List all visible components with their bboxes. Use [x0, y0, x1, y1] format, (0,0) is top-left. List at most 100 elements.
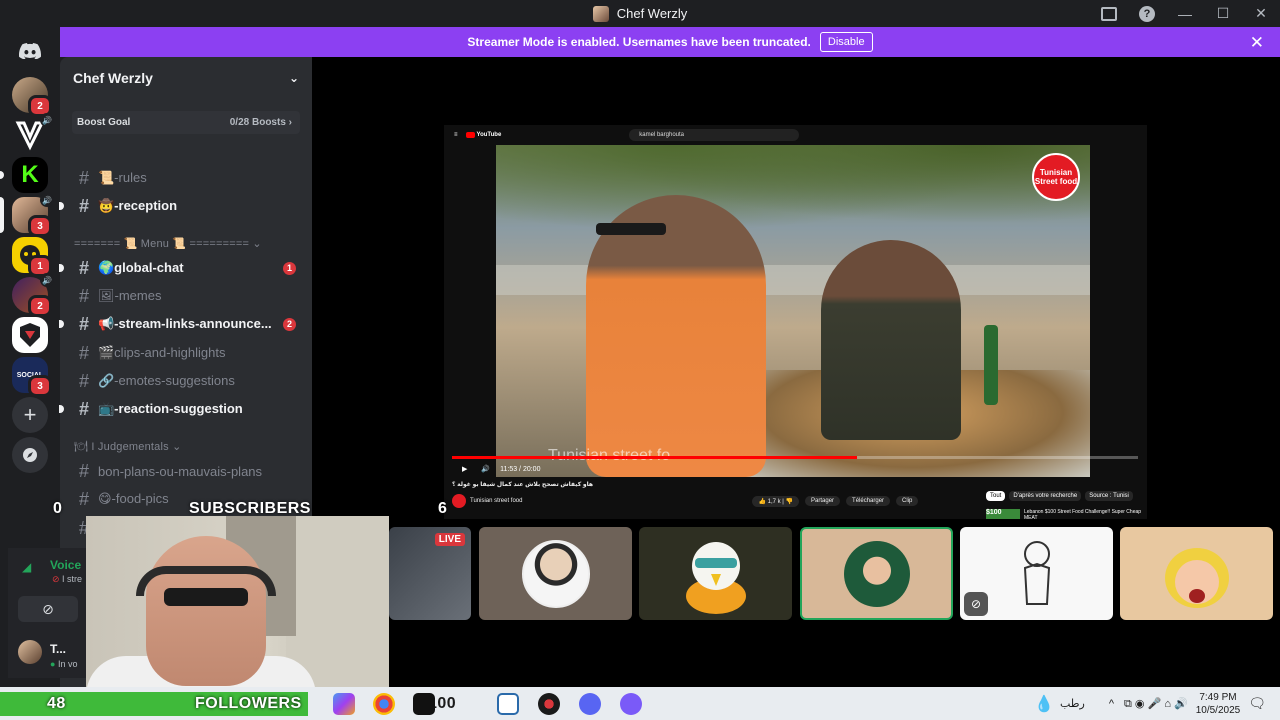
- notification-icon[interactable]: 🗨: [1248, 695, 1266, 712]
- server-icon-2[interactable]: 🔊: [12, 113, 54, 153]
- social-server-icon[interactable]: SOCIAL 3: [12, 357, 52, 397]
- side-video-title[interactable]: Lebanon $100 Street Food Challenge!! Sup…: [1024, 509, 1144, 519]
- tile-stream-preview[interactable]: LIVE: [389, 527, 471, 620]
- channel-clips-and-highlights[interactable]: # 🎬clips-and-highlights: [68, 340, 304, 366]
- video-frame[interactable]: Tunisian Street food: [496, 145, 1090, 477]
- followers-label: FOLLOWERS: [195, 695, 302, 712]
- youtube-logo-icon: [465, 132, 475, 138]
- boost-goal[interactable]: Boost Goal 0/28 Boosts ›: [72, 111, 300, 134]
- user-name: T...: [50, 642, 67, 656]
- like-button[interactable]: 👍 1,7 k | 👎: [752, 495, 800, 507]
- copilot-icon[interactable]: [333, 693, 355, 715]
- voice-status: Voice: [50, 558, 82, 572]
- app-icon-l[interactable]: [497, 693, 519, 715]
- play-icon[interactable]: ▶: [462, 465, 467, 473]
- disable-streamer-mode-button[interactable]: Disable: [819, 32, 873, 52]
- youtube-header: ≡ YouTube kamel barghouta: [444, 125, 1147, 145]
- tray-app-icons[interactable]: ⧉ ◉ 🎤 ⌂ 🔊: [1124, 697, 1188, 711]
- channel-stream-links[interactable]: # 📢-stream-links-announce... 2: [59, 311, 304, 337]
- followers-count: 48: [47, 695, 66, 712]
- tiktok-icon[interactable]: [413, 693, 435, 715]
- youtube-search[interactable]: kamel barghouta: [629, 129, 800, 141]
- category-judgementals[interactable]: 🍽 I Judgementals ⌄: [74, 440, 182, 453]
- weather-text: رطب: [1059, 698, 1085, 710]
- channel-reaction-suggestion[interactable]: # 📺-reaction-suggestion: [59, 396, 304, 422]
- add-server-icon[interactable]: +: [12, 397, 48, 433]
- tray-chevron-icon[interactable]: ^: [1109, 698, 1114, 710]
- app-icon-red[interactable]: [538, 693, 560, 715]
- chef-werzly-server-icon[interactable]: 3 🔊: [0, 193, 54, 237]
- unread-badge: 1: [283, 261, 296, 275]
- streamer-face: [146, 536, 266, 686]
- hash-icon: #: [78, 313, 89, 334]
- window-title: Chef Werzly: [616, 6, 688, 21]
- host-person: [586, 195, 766, 477]
- webcam-overlay: [86, 516, 389, 688]
- hash-icon: #: [78, 195, 89, 216]
- video-controls: ▶ 🔊 11:53 / 20:00: [444, 461, 1147, 477]
- discord-ptb-icon[interactable]: [620, 693, 642, 715]
- channel-memes[interactable]: # 🖼-memes: [68, 283, 304, 309]
- camera-off-icon: ⊘: [964, 592, 988, 616]
- menu-icon[interactable]: ≡: [454, 132, 458, 138]
- channel-global-chat[interactable]: # 🌍global-chat 1: [59, 255, 304, 281]
- system-tray: 💧 رطب ^ ⧉ ◉ 🎤 ⌂ 🔊 7:49 PM 10/5/2025 🗨: [1034, 687, 1280, 720]
- inbox-icon[interactable]: [1090, 0, 1128, 27]
- discover-icon[interactable]: [12, 437, 48, 473]
- side-video-thumb[interactable]: $100: [986, 509, 1020, 519]
- tile-chef-avatar[interactable]: [479, 527, 632, 620]
- stream-view[interactable]: ≡ YouTube kamel barghouta Tunisian Stree…: [444, 125, 1147, 519]
- minimize-button[interactable]: —: [1166, 0, 1204, 27]
- close-window-button[interactable]: ✕: [1242, 0, 1280, 27]
- chevron-down-icon: ⌄: [288, 71, 299, 85]
- side-tabs: Tout D'après votre recherche Source : Tu…: [986, 491, 1133, 501]
- channel-name[interactable]: Tunisian street food: [470, 498, 522, 504]
- channel-bon-plans[interactable]: # bon-plans-ou-mauvais-plans: [68, 458, 304, 484]
- video-off-button[interactable]: ⊘: [18, 596, 78, 622]
- hash-icon: #: [78, 398, 89, 419]
- tile-glasses-avatar[interactable]: [800, 527, 953, 620]
- discord-home-icon[interactable]: [12, 33, 48, 69]
- video-time: 11:53 / 20:00: [500, 465, 541, 473]
- clip-button[interactable]: Clip: [896, 496, 919, 506]
- server-header[interactable]: Chef Werzly ⌄: [60, 57, 312, 99]
- voice-connected-panel: ◢ Voice ⊘ I stre ⊘ T... ● In vo: [8, 548, 86, 678]
- hash-icon: #: [78, 460, 89, 481]
- download-button[interactable]: Télécharger: [846, 496, 891, 506]
- user-avatar[interactable]: [18, 640, 42, 664]
- channel-reception[interactable]: # 🤠-reception: [59, 193, 304, 219]
- title-avatar-icon: [592, 5, 609, 22]
- share-button[interactable]: Partager: [805, 496, 841, 506]
- signal-icon: ◢: [22, 560, 32, 574]
- server-icon-6[interactable]: 2 🔊: [12, 273, 54, 317]
- unread-badge: 2: [283, 317, 296, 331]
- streamer-mode-banner: Streamer Mode is enabled. Usernames have…: [60, 27, 1280, 57]
- boost-goal-value: 0/28 Boosts: [229, 117, 286, 128]
- kick-server-icon[interactable]: K: [0, 157, 48, 193]
- channel-emotes-suggestions[interactable]: # 🔗-emotes-suggestions: [68, 368, 304, 394]
- close-banner-icon[interactable]: ✕: [1250, 33, 1264, 53]
- tile-anime-avatar[interactable]: [1120, 527, 1273, 620]
- server-icon-1[interactable]: 2: [12, 77, 52, 117]
- channel-logo: Tunisian Street food: [1032, 153, 1080, 201]
- video-info: هاو كيفاش تصحح بلاش عند كمال شيفا بو غول…: [452, 481, 919, 508]
- clock[interactable]: 7:49 PM 10/5/2025: [1196, 691, 1241, 717]
- guest-person: [821, 240, 961, 440]
- server-icon-5[interactable]: 1: [12, 237, 52, 277]
- channel-rules[interactable]: # 📜-rules: [68, 165, 304, 191]
- tile-eagle-avatar[interactable]: [639, 527, 792, 620]
- server-name: Chef Werzly: [73, 70, 153, 86]
- video-progress[interactable]: [452, 456, 1138, 459]
- hash-icon: #: [78, 370, 89, 391]
- category-menu[interactable]: ======= 📜 Menu 📜 ========= ⌄: [74, 237, 262, 250]
- volume-icon[interactable]: 🔊: [481, 465, 490, 473]
- server-icon-7[interactable]: [12, 317, 48, 353]
- maximize-button[interactable]: ☐: [1204, 0, 1242, 27]
- help-icon[interactable]: ?: [1128, 0, 1166, 27]
- tile-sketch-avatar[interactable]: ⊘: [960, 527, 1113, 620]
- hash-icon: #: [78, 285, 89, 306]
- hash-icon: #: [78, 167, 89, 188]
- hash-icon: #: [78, 488, 89, 509]
- discord-taskbar-icon[interactable]: [579, 693, 601, 715]
- chrome-icon[interactable]: [373, 693, 395, 715]
